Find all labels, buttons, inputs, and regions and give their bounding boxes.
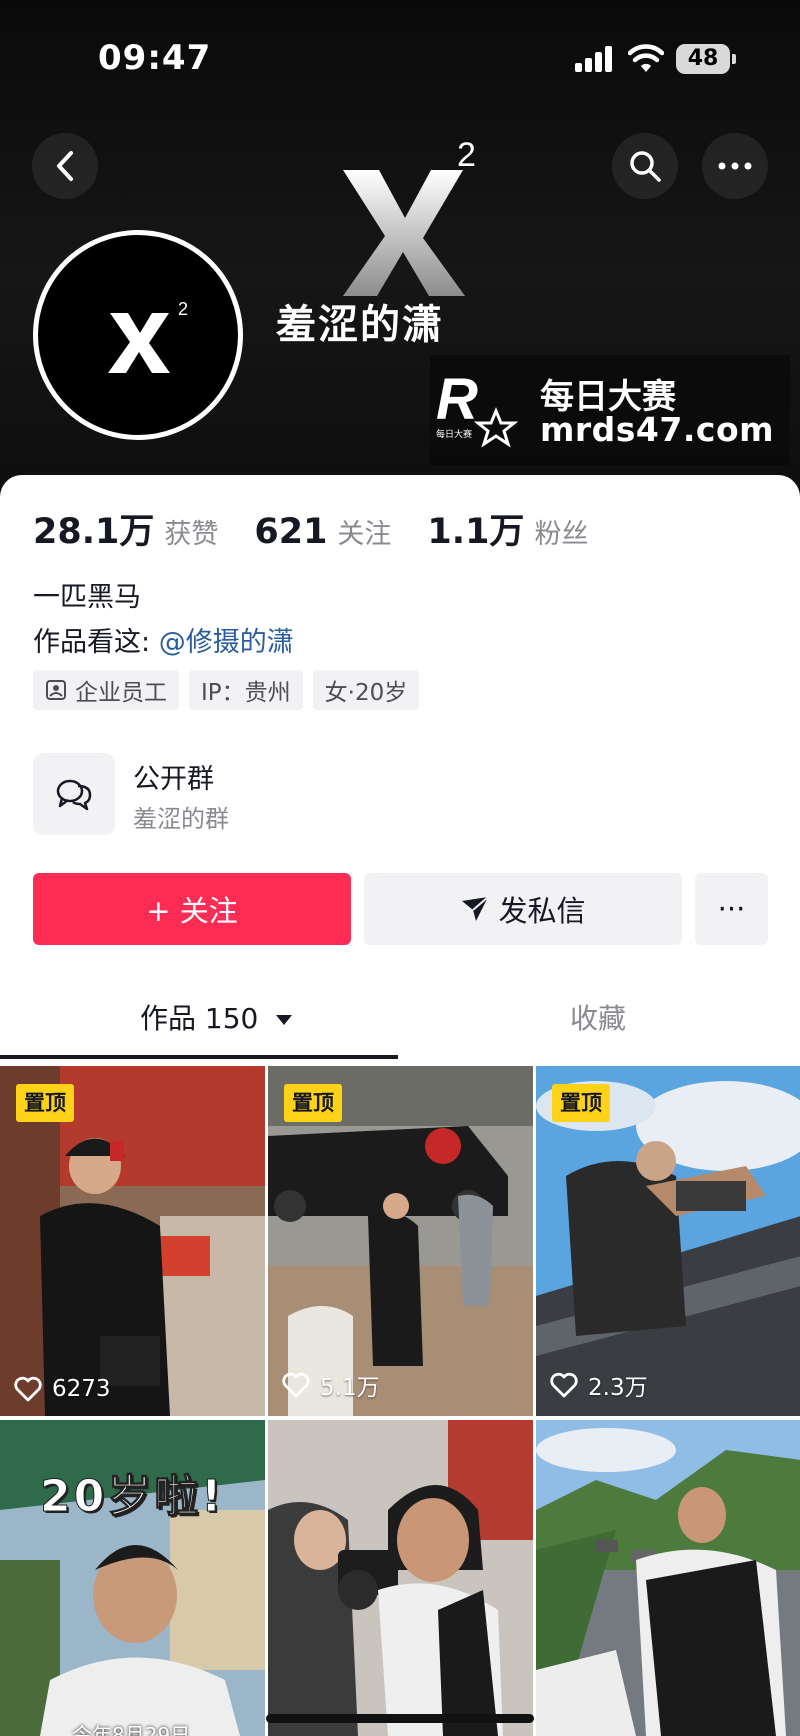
like-count: 5.1万 (282, 1368, 380, 1402)
banner-x2-logo: 2 (343, 140, 475, 296)
tab-label: 作品 150 (140, 1002, 259, 1035)
watermark-overlay: R 每日大赛 每日大赛 mrds47.com (430, 355, 790, 465)
profile-tags: 企业员工 IP：贵州 女·20岁 (33, 670, 420, 710)
wifi-icon (628, 44, 664, 72)
video-caption: 20岁啦! (39, 1471, 225, 1523)
like-count-value: 2.3万 (588, 1375, 648, 1401)
followers-label: 粉丝 (534, 519, 589, 550)
more-options-button[interactable] (702, 133, 768, 199)
active-tab-underline (0, 1055, 398, 1059)
video-thumbnail (268, 1420, 533, 1736)
tab-works[interactable]: 作品 150 (140, 997, 293, 1037)
bio-line: 一匹黑马 (33, 582, 141, 613)
tab-favorites[interactable]: 收藏 (570, 997, 626, 1037)
tag-gender-age: 女·20岁 (312, 670, 420, 710)
video-thumbnail (536, 1420, 800, 1736)
following-count[interactable]: 621 (254, 512, 327, 552)
follow-button[interactable]: + 关注 (33, 873, 351, 945)
status-time: 09:47 (98, 38, 212, 78)
video-tile[interactable]: 置顶 2.3万 (536, 1066, 800, 1416)
send-icon (462, 896, 490, 921)
video-tile[interactable] (536, 1420, 800, 1736)
watermark-logo-letter: R (436, 367, 478, 432)
video-tile[interactable] (268, 1420, 533, 1736)
more-actions-button[interactable]: ··· (695, 873, 768, 945)
cellular-signal-icon (575, 46, 615, 72)
message-button[interactable]: 发私信 (364, 873, 682, 945)
search-button[interactable] (612, 133, 678, 199)
like-count: 2.3万 (550, 1368, 648, 1402)
profile-header: 09:47 48 2 羞涩的潇 2 R 每日大赛 每日大赛 mrds47.com (0, 0, 800, 500)
like-count-value: 5.1万 (320, 1375, 380, 1401)
video-grid: 置顶 6273 置顶 5.1万 置顶 2.3万 20岁啦! 今年8月29日 (0, 1066, 800, 1736)
heart-outline-icon (282, 1372, 310, 1398)
group-chat-entry[interactable]: 公开群 羞涩的群 (33, 753, 533, 835)
caret-down-icon (276, 1015, 293, 1025)
pinned-badge: 置顶 (552, 1084, 610, 1122)
profile-stats: 28.1万 获赞 621 关注 1.1万 粉丝 (33, 503, 624, 554)
tag-ip: IP：贵州 (189, 670, 303, 710)
following-label: 关注 (337, 519, 392, 550)
group-chat-icon-wrap (33, 753, 115, 835)
likes-label: 获赞 (164, 519, 219, 550)
tag-label: 企业员工 (75, 680, 167, 706)
chat-bubbles-icon (56, 779, 92, 811)
x2-avatar-logo: 2 (108, 299, 188, 373)
badge-icon (46, 680, 66, 700)
watermark-url: mrds47.com (540, 410, 775, 449)
battery-indicator: 48 (676, 44, 736, 74)
video-date: 今年8月29日 (72, 1723, 191, 1736)
status-bar: 09:47 48 (0, 0, 800, 110)
pinned-badge: 置顶 (284, 1084, 342, 1122)
video-tile[interactable]: 20岁啦! 今年8月29日 (0, 1420, 265, 1736)
svg-text:2: 2 (457, 140, 475, 174)
video-tile[interactable]: 置顶 5.1万 (268, 1066, 533, 1416)
heart-outline-icon (14, 1376, 42, 1402)
message-button-label: 发私信 (498, 894, 586, 928)
like-count-value: 6273 (52, 1376, 111, 1402)
avatar[interactable]: 2 (33, 230, 243, 440)
banner-name: 羞涩的潇 (276, 302, 444, 348)
video-tile[interactable]: 置顶 6273 (0, 1066, 265, 1416)
tag-label: IP：贵州 (201, 680, 291, 706)
action-buttons: + 关注 发私信 ··· (33, 873, 768, 945)
chevron-left-icon (57, 151, 73, 181)
content-tabs: 作品 150 收藏 (0, 977, 800, 1059)
search-icon (630, 151, 661, 182)
watermark-logo-small: 每日大赛 (436, 428, 472, 440)
group-title: 公开群 (133, 764, 214, 795)
svg-text:2: 2 (178, 299, 188, 319)
bio-prefix: 作品看这: (33, 627, 151, 658)
like-count: 6273 (14, 1376, 111, 1402)
home-indicator (266, 1714, 534, 1723)
more-horizontal-icon (718, 162, 752, 170)
bio-line: 作品看这: @修摄的潇 (33, 620, 294, 659)
followers-count[interactable]: 1.1万 (427, 503, 524, 554)
pinned-badge: 置顶 (16, 1084, 74, 1122)
heart-outline-icon (550, 1372, 578, 1398)
watermark-logo: R 每日大赛 (436, 367, 519, 448)
group-subtitle: 羞涩的群 (133, 805, 229, 833)
likes-count[interactable]: 28.1万 (33, 503, 154, 554)
mention-link[interactable]: @修摄的潇 (159, 627, 294, 658)
back-button[interactable] (32, 133, 98, 199)
tag-label: 女·20岁 (324, 680, 408, 706)
tag-occupation: 企业员工 (33, 670, 179, 710)
